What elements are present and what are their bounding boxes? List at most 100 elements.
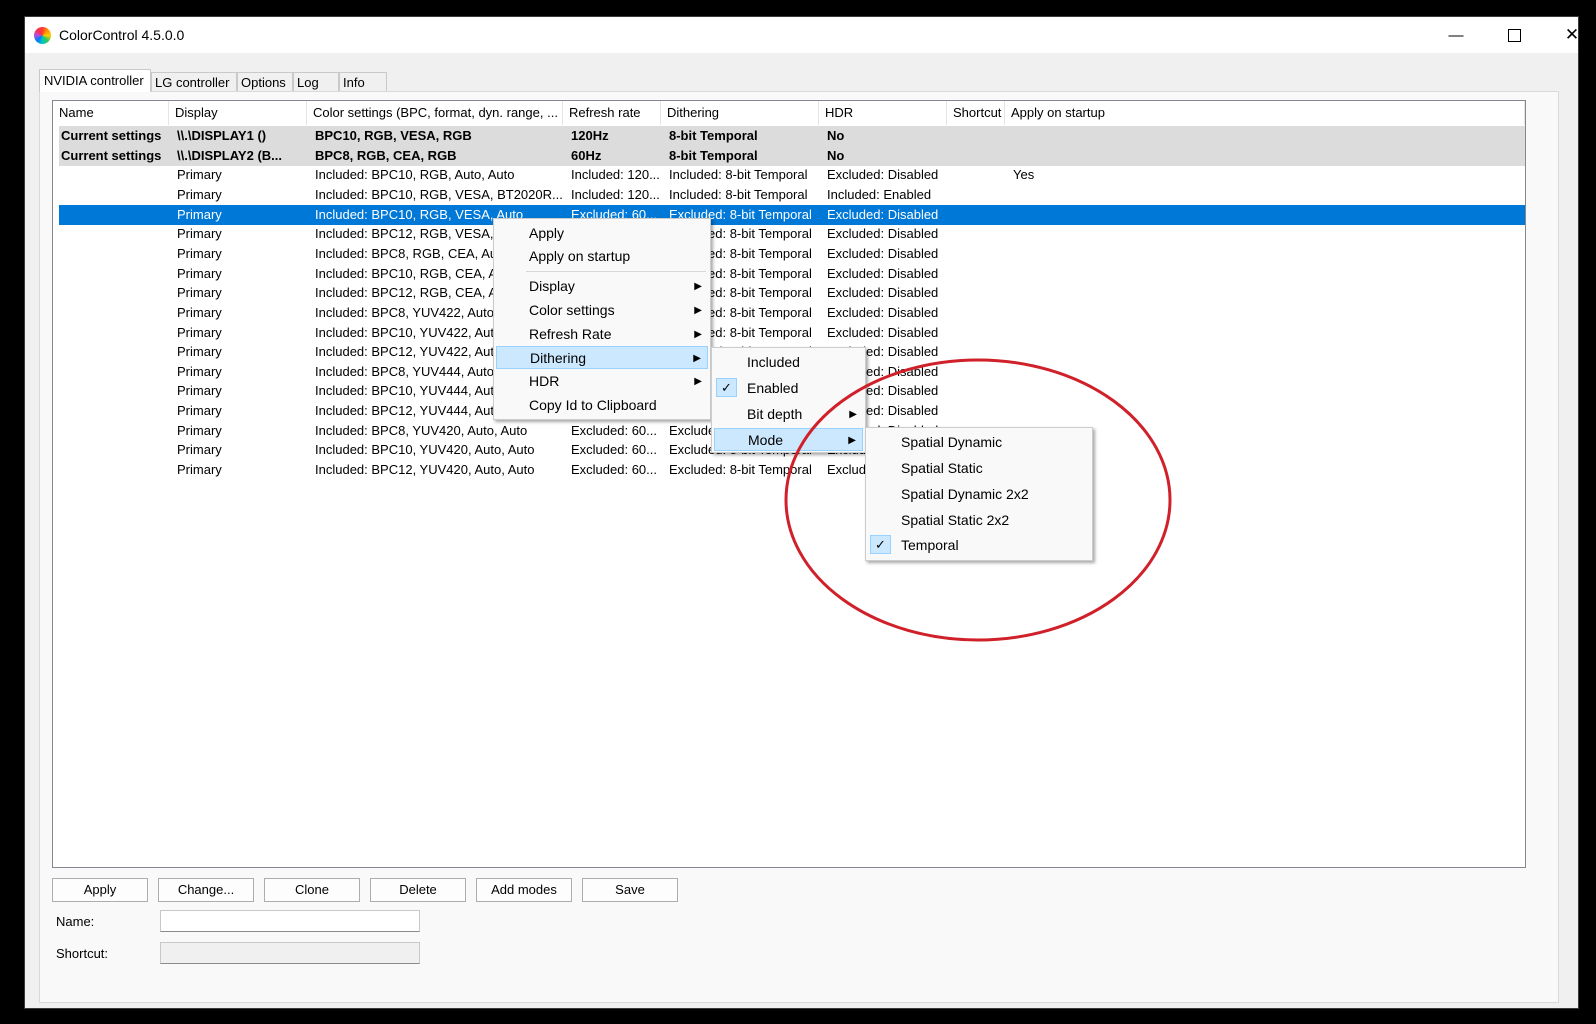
minimize-button[interactable]: —: [1427, 17, 1485, 53]
submenu-arrow-icon: ▶: [848, 435, 856, 446]
table-cell: Primary: [177, 403, 222, 419]
dithering-item-included[interactable]: Included: [714, 351, 863, 374]
table-cell: [1011, 185, 1211, 205]
title-bar: ColorControl 4.5.0.0 — ✕: [25, 17, 1578, 53]
table-cell: [1011, 244, 1211, 264]
menu-item-display[interactable]: Display ▶: [496, 275, 708, 298]
table-cell: Excluded: Disabled: [827, 265, 939, 281]
table-cell: BPC10, RGB, VESA, RGB: [315, 128, 472, 143]
maximize-icon: [1507, 28, 1521, 42]
mode-item-spatial-dynamic[interactable]: Spatial Dynamic: [868, 431, 1090, 454]
close-button[interactable]: ✕: [1543, 17, 1578, 53]
submenu-arrow-icon: ▶: [694, 281, 702, 292]
maximize-button[interactable]: [1485, 17, 1543, 53]
table-cell: [1011, 342, 1211, 362]
menu-item-color-settings[interactable]: Color settings ▶: [496, 299, 708, 322]
dithering-item-bit-depth[interactable]: Bit depth ▶: [714, 403, 863, 426]
table-cell: No: [827, 147, 845, 163]
table-cell: Included: BPC12, YUV420, Auto, Auto: [315, 462, 535, 478]
table-row[interactable]: Primary Included: BPC10, RGB, VESA, BT202…: [59, 185, 1525, 205]
table-row[interactable]: Primary Included: BPC10, RGB, VESA, Auto E…: [59, 204, 1525, 225]
table-cell: 60Hz: [571, 147, 602, 163]
table-row[interactable]: Current settings \\.\DISPLAY1 () BPC10, RG…: [59, 126, 1525, 146]
column-header[interactable]: Dithering: [661, 101, 819, 125]
table-cell: Current settings: [61, 147, 162, 163]
column-header[interactable]: Color settings (BPC, format, dyn. range,…: [307, 101, 563, 125]
add-modes-button[interactable]: Add modes: [476, 878, 572, 902]
menu-item-dithering[interactable]: Dithering ▶: [496, 346, 708, 369]
table-cell: [59, 460, 173, 480]
table-cell: \\.\DISPLAY2 (B...: [177, 147, 282, 163]
table-cell: 8-bit Temporal: [669, 147, 758, 163]
tab-nvidia-controller[interactable]: NVIDIA controller: [39, 69, 151, 92]
mode-item-spatial-dynamic-2x2[interactable]: Spatial Dynamic 2x2: [868, 483, 1090, 506]
mode-item-spatial-static[interactable]: Spatial Static: [868, 457, 1090, 480]
save-button[interactable]: Save: [582, 878, 678, 902]
table-cell: [59, 342, 173, 362]
name-input[interactable]: [160, 910, 420, 932]
column-header[interactable]: Refresh rate: [563, 101, 661, 125]
tab-lg-controller[interactable]: LG controller: [151, 72, 237, 91]
tab-log[interactable]: Log: [293, 72, 339, 91]
apply-button[interactable]: Apply: [52, 878, 148, 902]
table-cell: Included: Enabled: [827, 186, 932, 202]
table-row[interactable]: Primary Included: BPC10, RGB, CEA, Auto Ex…: [59, 264, 1525, 284]
table-cell: [953, 146, 1009, 166]
table-cell: Primary: [177, 422, 222, 438]
column-header[interactable]: HDR: [819, 101, 947, 125]
column-header[interactable]: Display: [169, 101, 307, 125]
dithering-item-mode[interactable]: Mode ▶: [714, 428, 863, 451]
table-cell: Primary: [177, 462, 222, 478]
table-cell: [59, 421, 173, 441]
menu-item-hdr[interactable]: HDR ▶: [496, 370, 708, 393]
menu-item-copy-id[interactable]: Copy Id to Clipboard: [496, 394, 708, 417]
list-header: Name Display Color settings (BPC, format, …: [53, 101, 1525, 126]
table-cell: [59, 205, 173, 225]
table-cell: [953, 342, 1009, 362]
submenu-arrow-icon: ▶: [849, 409, 857, 420]
tab-info[interactable]: Info: [339, 72, 387, 91]
table-cell: Primary: [177, 206, 222, 222]
table-row[interactable]: Current settings \\.\DISPLAY2 (B... BPC8, …: [59, 145, 1525, 166]
column-header[interactable]: Apply on startup: [1005, 101, 1525, 125]
table-row[interactable]: Primary Included: BPC10, RGB, Auto, Auto I…: [59, 165, 1525, 185]
table-cell: [953, 303, 1009, 323]
table-row[interactable]: Primary Included: BPC8, YUV422, Auto Exclu…: [59, 303, 1525, 323]
table-cell: [59, 264, 173, 284]
column-header[interactable]: Name: [53, 101, 169, 125]
table-row[interactable]: Primary Included: BPC12, YUV420, Auto, Au…: [59, 460, 1525, 480]
dithering-item-enabled[interactable]: ✓ Enabled: [714, 377, 863, 400]
table-cell: Excluded: Disabled: [827, 324, 939, 340]
presets-list[interactable]: Name Display Color settings (BPC, format, …: [52, 100, 1526, 868]
table-row[interactable]: Primary Included: BPC12, RGB, VESA, Auto E…: [59, 224, 1525, 244]
table-row[interactable]: Primary Included: BPC10, YUV422, Auto Excl…: [59, 323, 1525, 343]
table-row[interactable]: Primary Included: BPC12, RGB, CEA, Auto Ex…: [59, 283, 1525, 303]
table-row[interactable]: Primary Included: BPC8, RGB, CEA, Auto Exc…: [59, 244, 1525, 264]
menu-item-refresh-rate[interactable]: Refresh Rate ▶: [496, 323, 708, 346]
mode-item-spatial-static-2x2[interactable]: Spatial Static 2x2: [868, 509, 1090, 532]
table-cell: \\.\DISPLAY1 (): [177, 128, 267, 143]
window-title: ColorControl 4.5.0.0: [59, 27, 185, 43]
change-button[interactable]: Change...: [158, 878, 254, 902]
tab-options[interactable]: Options: [237, 72, 293, 91]
column-header[interactable]: Shortcut: [947, 101, 1005, 125]
context-menu: Apply Apply on startup Display ▶ Color se…: [493, 218, 711, 420]
mode-item-temporal[interactable]: ✓ Temporal: [868, 534, 1090, 557]
table-cell: [1011, 401, 1211, 421]
table-cell: Excluded: 60...: [571, 422, 657, 438]
delete-button[interactable]: Delete: [370, 878, 466, 902]
table-cell: Excluded: 60...: [571, 462, 657, 478]
table-cell: [953, 185, 1009, 205]
table-cell: [953, 401, 1009, 421]
menu-item-apply-on-startup[interactable]: Apply on startup: [496, 245, 708, 268]
table-cell: Primary: [177, 167, 222, 183]
table-cell: Primary: [177, 363, 222, 379]
table-cell: [1011, 264, 1211, 284]
clone-button[interactable]: Clone: [264, 878, 360, 902]
table-cell: Primary: [177, 304, 222, 320]
main-window: ColorControl 4.5.0.0 — ✕ NVIDIA controll…: [24, 16, 1579, 1009]
table-cell: Included: BPC10, RGB, Auto, Auto: [315, 167, 515, 183]
shortcut-input[interactable]: [160, 942, 420, 964]
table-cell: Primary: [177, 344, 222, 360]
menu-item-apply[interactable]: Apply: [496, 222, 708, 245]
